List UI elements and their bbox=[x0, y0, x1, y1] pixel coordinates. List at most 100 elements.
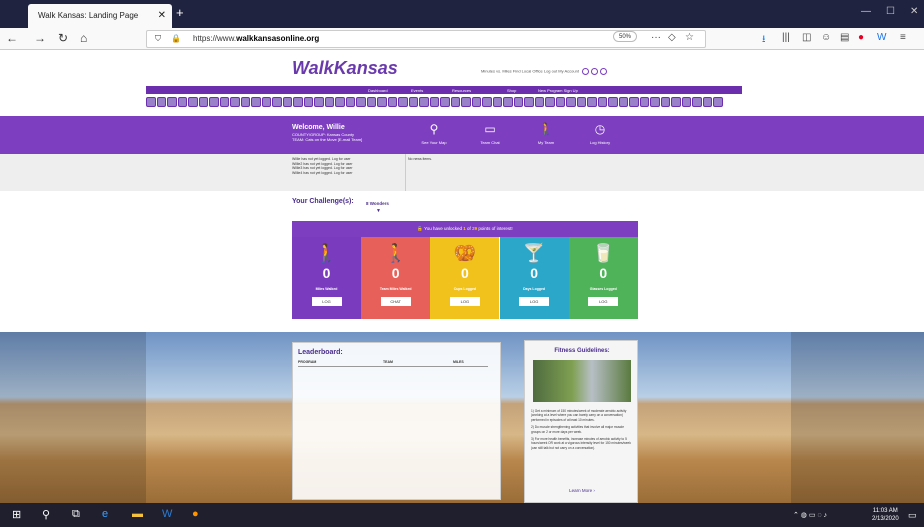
facebook-icon[interactable] bbox=[582, 68, 590, 75]
pocket-icon[interactable]: ◇ bbox=[668, 32, 676, 43]
team-chat-link[interactable]: ▭ Team Chat bbox=[470, 122, 510, 145]
twitter-icon[interactable] bbox=[591, 68, 599, 75]
badge-icon[interactable] bbox=[545, 97, 555, 107]
tray-icons[interactable]: ⌃ ◍ ▭ ◌ ♪ bbox=[793, 511, 827, 519]
browser-tab[interactable]: Walk Kansas: Landing Page ✕ bbox=[28, 4, 172, 28]
badge-icon[interactable] bbox=[576, 97, 586, 107]
badge-icon[interactable] bbox=[219, 97, 229, 107]
card-button[interactable]: LOG bbox=[588, 297, 619, 306]
badge-icon[interactable] bbox=[713, 97, 723, 107]
file-explorer-icon[interactable]: ▬ bbox=[132, 508, 143, 520]
start-icon[interactable]: ⊞ bbox=[12, 508, 21, 521]
card-button[interactable]: LOG bbox=[311, 297, 342, 306]
lock-icon[interactable]: 🔒 bbox=[171, 34, 181, 43]
walk-kansas-logo[interactable]: WalkKansas bbox=[292, 58, 398, 79]
badge-icon[interactable] bbox=[356, 97, 366, 107]
badge-icon[interactable] bbox=[524, 97, 534, 107]
badge-icon[interactable] bbox=[513, 97, 523, 107]
badge-icon[interactable] bbox=[471, 97, 481, 107]
badge-icon[interactable] bbox=[461, 97, 471, 107]
maximize-icon[interactable]: ☐ bbox=[886, 6, 895, 17]
badge-icon[interactable] bbox=[188, 97, 198, 107]
reader-icon[interactable]: ▤ bbox=[840, 32, 849, 43]
badge-icon[interactable] bbox=[303, 97, 313, 107]
badge-icon[interactable] bbox=[314, 97, 324, 107]
see-map-link[interactable]: ⚲ See Your Map bbox=[414, 122, 454, 145]
badge-icon[interactable] bbox=[156, 97, 166, 107]
badge-icon[interactable] bbox=[167, 97, 177, 107]
log-line[interactable]: Willie4 has not yet logged. Log for user bbox=[292, 171, 353, 176]
badge-icon[interactable] bbox=[293, 97, 303, 107]
badge-icon[interactable] bbox=[261, 97, 271, 107]
pinterest-social-icon[interactable] bbox=[600, 68, 608, 75]
clock[interactable]: 11:03 AM 2/13/2020 bbox=[872, 507, 899, 523]
nav-dashboard[interactable]: Dashboard bbox=[368, 88, 388, 93]
badge-icon[interactable] bbox=[629, 97, 639, 107]
forward-icon[interactable]: → bbox=[34, 31, 46, 45]
badge-icon[interactable] bbox=[555, 97, 565, 107]
badge-icon[interactable] bbox=[692, 97, 702, 107]
shield-icon[interactable]: ⛉ bbox=[155, 34, 161, 44]
badge-icon[interactable] bbox=[681, 97, 691, 107]
home-icon[interactable]: ⌂ bbox=[80, 31, 87, 45]
badge-icon[interactable] bbox=[272, 97, 282, 107]
badge-icon[interactable] bbox=[429, 97, 439, 107]
badge-icon[interactable] bbox=[618, 97, 628, 107]
account-icon[interactable]: ☺ bbox=[821, 32, 831, 43]
library-icon[interactable]: ||| bbox=[782, 32, 790, 43]
badge-icon[interactable] bbox=[587, 97, 597, 107]
badge-icon[interactable] bbox=[492, 97, 502, 107]
nav-resources[interactable]: Resources bbox=[452, 88, 471, 93]
badge-icon[interactable] bbox=[440, 97, 450, 107]
learn-more-link[interactable]: Learn More › bbox=[525, 488, 639, 493]
badge-icon[interactable] bbox=[240, 97, 250, 107]
search-icon[interactable]: ⚲ bbox=[42, 508, 50, 521]
close-tab-icon[interactable]: ✕ bbox=[158, 10, 166, 21]
badge-icon[interactable] bbox=[198, 97, 208, 107]
badge-icon[interactable] bbox=[482, 97, 492, 107]
badge-icon[interactable] bbox=[398, 97, 408, 107]
minimize-icon[interactable]: — bbox=[861, 6, 871, 17]
badge-icon[interactable] bbox=[660, 97, 670, 107]
badge-icon[interactable] bbox=[230, 97, 240, 107]
reload-icon[interactable]: ↻ bbox=[58, 31, 68, 45]
badge-icon[interactable] bbox=[146, 97, 156, 107]
badge-icon[interactable] bbox=[209, 97, 219, 107]
log-line[interactable]: Willie3 has not yet logged. Log for user bbox=[292, 166, 353, 171]
log-line[interactable]: Willie has not yet logged. Log for user bbox=[292, 157, 353, 162]
nav-events[interactable]: Events bbox=[411, 88, 423, 93]
bookmark-star-icon[interactable]: ☆ bbox=[685, 32, 694, 43]
badge-icon[interactable] bbox=[387, 97, 397, 107]
new-tab-icon[interactable]: + bbox=[176, 5, 184, 20]
badge-icon[interactable] bbox=[671, 97, 681, 107]
log-history-link[interactable]: ◷ Log History bbox=[580, 122, 620, 145]
badge-icon[interactable] bbox=[177, 97, 187, 107]
sidebar-icon[interactable]: ◫ bbox=[802, 32, 811, 43]
top-links[interactable]: Minutes vs. Miles Find Local Office Log … bbox=[481, 68, 608, 75]
challenge-select[interactable]: 8 Wonders bbox=[366, 201, 389, 206]
edge-icon[interactable]: e bbox=[102, 508, 108, 520]
my-team-link[interactable]: 🚶 My Team bbox=[526, 122, 566, 145]
download-icon[interactable]: ⭳ bbox=[762, 32, 766, 49]
badge-icon[interactable] bbox=[408, 97, 418, 107]
badge-icon[interactable] bbox=[597, 97, 607, 107]
badge-icon[interactable] bbox=[450, 97, 460, 107]
badge-icon[interactable] bbox=[335, 97, 345, 107]
badge-icon[interactable] bbox=[251, 97, 261, 107]
badge-icon[interactable] bbox=[503, 97, 513, 107]
badge-icon[interactable] bbox=[366, 97, 376, 107]
back-icon[interactable]: ← bbox=[6, 31, 18, 45]
badge-icon[interactable] bbox=[650, 97, 660, 107]
badge-icon[interactable] bbox=[639, 97, 649, 107]
card-button[interactable]: LOG bbox=[449, 297, 480, 306]
badge-icon[interactable] bbox=[377, 97, 387, 107]
badge-icon[interactable] bbox=[345, 97, 355, 107]
badge-icon[interactable] bbox=[534, 97, 544, 107]
badge-icon[interactable] bbox=[608, 97, 618, 107]
extension-w-icon[interactable]: W bbox=[877, 32, 886, 43]
badge-icon[interactable] bbox=[282, 97, 292, 107]
task-view-icon[interactable]: ⧉ bbox=[72, 508, 80, 521]
card-button[interactable]: CHAT bbox=[380, 297, 411, 306]
badge-icon[interactable] bbox=[566, 97, 576, 107]
firefox-icon[interactable]: ● bbox=[192, 508, 199, 520]
